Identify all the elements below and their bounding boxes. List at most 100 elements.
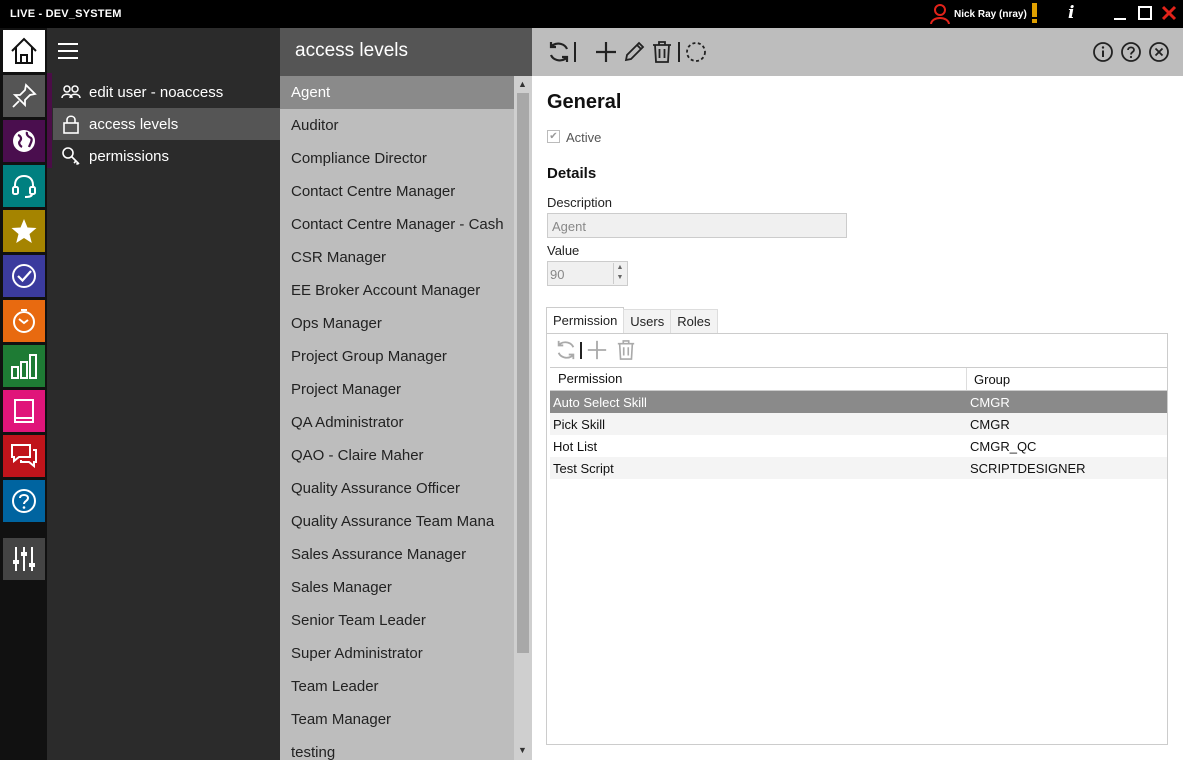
tab-permission[interactable]: Permission — [546, 307, 625, 333]
pane-title: access levels — [280, 28, 532, 76]
help-icon — [12, 489, 36, 513]
table-row[interactable]: Hot List CMGR_QC — [550, 435, 1167, 457]
detail-pane: General ✔ Active Details Description Age… — [532, 28, 1183, 760]
settings-sliders-icon — [13, 547, 35, 571]
list-item[interactable]: Agent — [280, 76, 514, 109]
list-item[interactable]: Compliance Director — [280, 142, 514, 175]
rail-help[interactable] — [3, 480, 45, 522]
access-levels-pane: access levels Agent Auditor Compliance D… — [280, 28, 532, 760]
grid-add-icon[interactable] — [586, 339, 608, 361]
rail-settings[interactable] — [3, 538, 45, 580]
rail-home[interactable] — [3, 30, 45, 72]
scroll-up-icon[interactable]: ▲ — [518, 79, 527, 89]
permission-cell: Pick Skill — [553, 416, 606, 432]
rail-pin[interactable] — [3, 75, 45, 117]
grid-header: Permission Group — [550, 367, 1167, 391]
table-row[interactable]: Pick Skill CMGR — [550, 413, 1167, 435]
maximize-button[interactable] — [1136, 4, 1154, 22]
list-item[interactable]: EE Broker Account Manager — [280, 274, 514, 307]
subnav-item-label: access levels — [89, 115, 179, 133]
list-item[interactable]: Project Group Manager — [280, 340, 514, 373]
hamburger-menu-icon[interactable] — [58, 42, 80, 60]
rail-tasks[interactable] — [3, 255, 45, 297]
grid-refresh-icon[interactable] — [555, 339, 577, 361]
headset-icon — [12, 174, 36, 198]
list-item[interactable]: testing — [280, 736, 514, 760]
globe-icon — [13, 130, 35, 152]
scroll-thumb[interactable] — [517, 93, 529, 653]
plus-icon — [596, 42, 616, 62]
user-icon — [930, 4, 950, 24]
list-item[interactable]: QA Administrator — [280, 406, 514, 439]
delete-button[interactable] — [648, 38, 676, 66]
lock-icon — [63, 115, 79, 134]
info-circle-icon — [1093, 42, 1113, 62]
list-scrollbar[interactable]: ▲ ▼ — [514, 76, 532, 760]
group-cell: CMGR — [970, 394, 1010, 410]
table-row[interactable]: Auto Select Skill CMGR — [550, 391, 1167, 413]
close-pane-button[interactable] — [1145, 38, 1173, 66]
minimize-button[interactable] — [1111, 4, 1129, 22]
subnav-item-edit-user[interactable]: edit user - noaccess — [53, 76, 280, 108]
value-stepper[interactable]: 90 ▲ ▼ — [547, 261, 628, 286]
refresh-button[interactable] — [545, 38, 573, 66]
table-row[interactable]: Test Script SCRIPTDESIGNER — [550, 457, 1167, 479]
subnav-item-label: edit user - noaccess — [89, 83, 224, 101]
subnav-item-permissions[interactable]: permissions — [53, 140, 280, 172]
list-item[interactable]: Senior Team Leader — [280, 604, 514, 637]
column-header-group[interactable]: Group — [967, 372, 1167, 387]
list-item[interactable]: Team Leader — [280, 670, 514, 703]
rail-headset[interactable] — [3, 165, 45, 207]
warning-icon[interactable] — [1031, 3, 1038, 23]
user-account[interactable]: Nick Ray (nray) — [930, 3, 1027, 25]
list-item[interactable]: Auditor — [280, 109, 514, 142]
list-item[interactable]: Contact Centre Manager - Cash — [280, 208, 514, 241]
toolbar-separator — [574, 42, 576, 62]
users-icon — [61, 85, 81, 99]
list-item[interactable]: Team Manager — [280, 703, 514, 736]
trash-icon — [653, 41, 671, 63]
list-item[interactable]: Contact Centre Manager — [280, 175, 514, 208]
value-stepper-text: 90 — [550, 267, 565, 282]
bar-chart-icon — [11, 354, 37, 379]
timer-icon — [13, 309, 35, 333]
subnav-item-access-levels[interactable]: access levels — [53, 108, 280, 140]
key-icon — [62, 147, 80, 166]
dashed-circle-icon — [686, 42, 706, 62]
active-checkbox[interactable]: ✔ — [547, 130, 560, 143]
scroll-down-icon[interactable]: ▼ — [518, 745, 527, 755]
list-item[interactable]: Project Manager — [280, 373, 514, 406]
list-item[interactable]: Quality Assurance Officer — [280, 472, 514, 505]
help-button[interactable] — [1117, 38, 1145, 66]
rail-reports[interactable] — [3, 345, 45, 387]
close-window-button[interactable] — [1160, 4, 1178, 22]
group-cell: CMGR_QC — [970, 438, 1037, 454]
list-item[interactable]: Ops Manager — [280, 307, 514, 340]
description-field[interactable]: Agent — [547, 213, 847, 238]
add-button[interactable] — [592, 38, 620, 66]
rail-chat[interactable] — [3, 435, 45, 477]
tab-users[interactable]: Users — [623, 309, 672, 333]
permission-tab-panel: Permission Group Auto Select Skill CMGR … — [546, 333, 1168, 745]
grid-delete-icon[interactable] — [616, 339, 636, 361]
rail-favourites[interactable] — [3, 210, 45, 252]
rail-timer[interactable] — [3, 300, 45, 342]
tab-roles[interactable]: Roles — [670, 309, 718, 333]
list-item[interactable]: Super Administrator — [280, 637, 514, 670]
select-button[interactable] — [682, 38, 710, 66]
group-cell: CMGR — [970, 416, 1010, 432]
home-icon — [11, 37, 37, 64]
rail-book[interactable] — [3, 390, 45, 432]
edit-button[interactable] — [620, 38, 648, 66]
list-item[interactable]: CSR Manager — [280, 241, 514, 274]
info-icon[interactable]: i — [1068, 3, 1074, 23]
list-item[interactable]: QAO - Claire Maher — [280, 439, 514, 472]
list-item[interactable]: Sales Manager — [280, 571, 514, 604]
list-item[interactable]: Sales Assurance Manager — [280, 538, 514, 571]
list-item[interactable]: Quality Assurance Team Mana — [280, 505, 514, 538]
column-header-permission[interactable]: Permission — [550, 368, 967, 390]
stepper-buttons[interactable]: ▲ ▼ — [613, 263, 626, 284]
rail-globe[interactable] — [3, 120, 45, 162]
info-button[interactable] — [1089, 38, 1117, 66]
access-level-list: Agent Auditor Compliance Director Contac… — [280, 76, 514, 760]
